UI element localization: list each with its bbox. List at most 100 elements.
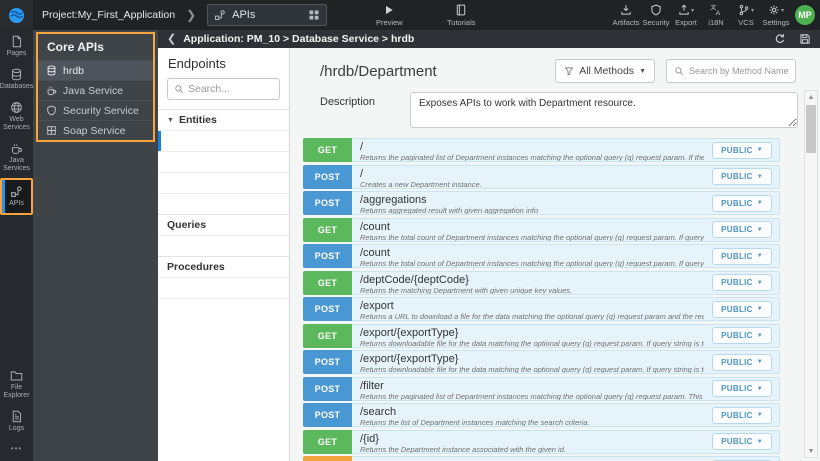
save-icon[interactable] <box>799 33 811 45</box>
api-method-row[interactable]: POST /count Returns the total count of D… <box>303 244 780 268</box>
endpoint-item-employee[interactable] <box>158 151 289 172</box>
api-method-row[interactable]: POST /filter Returns the paginated list … <box>303 376 780 401</box>
sidebar-item-java-services[interactable]: Java Services <box>0 137 33 178</box>
http-method-badge: POST <box>303 244 352 268</box>
module-selector-dropdown[interactable]: APIs <box>207 4 328 26</box>
web-services-globe-icon <box>10 101 23 114</box>
api-method-row[interactable]: GET /export/{exportType} Returns downloa… <box>303 323 780 348</box>
access-level-dropdown[interactable]: PUBLIC ▼ <box>712 300 772 318</box>
endpoint-item-user[interactable] <box>158 172 289 193</box>
java-services-coffee-icon <box>10 142 23 155</box>
more-options-ellipsis-icon[interactable]: ••• <box>0 438 33 461</box>
api-method-row[interactable]: POST /export Returns a URL to download a… <box>303 297 780 321</box>
i18n-button[interactable]: 文A i18N <box>701 4 731 27</box>
export-button[interactable]: ▾ Export <box>671 4 701 27</box>
refresh-icon[interactable] <box>774 33 786 45</box>
user-avatar[interactable]: MP <box>795 5 815 25</box>
methods-filter-dropdown[interactable]: All Methods ▼ <box>555 59 655 83</box>
vcs-button[interactable]: ▾ VCS <box>731 4 761 27</box>
api-description: Returns the list of Department instances… <box>360 418 590 426</box>
endpoints-search-input[interactable] <box>188 83 273 95</box>
scroll-down-arrow[interactable]: ▼ <box>805 445 817 457</box>
endpoints-section-header[interactable]: ▼ Entities <box>158 109 289 130</box>
access-level-dropdown[interactable]: PUBLIC ▼ <box>712 406 772 424</box>
api-method-row[interactable]: GET / Returns the paginated list of Depa… <box>303 138 780 162</box>
sidebar-item-databases[interactable]: Databases <box>0 63 33 96</box>
app-logo[interactable] <box>0 0 33 30</box>
shield-icon <box>46 105 57 116</box>
method-search-box[interactable] <box>666 59 796 83</box>
access-level-dropdown[interactable]: PUBLIC ▼ <box>712 433 772 450</box>
artifacts-button[interactable]: Artifacts <box>611 4 641 27</box>
endpoint-item-queryexecution[interactable] <box>158 235 289 256</box>
access-level-dropdown[interactable]: PUBLIC ▼ <box>712 141 772 159</box>
endpoint-item-vacation[interactable] <box>158 193 289 214</box>
core-api-item-label: Security Service <box>63 104 139 117</box>
api-method-row[interactable]: POST /export/{exportType} Returns downlo… <box>303 350 780 374</box>
project-name: Project:My_First_Application <box>42 9 176 21</box>
api-description: Returns the Department instance associat… <box>360 444 566 453</box>
api-path: /filter <box>360 379 384 392</box>
core-api-item-security-service[interactable]: Security Service <box>38 100 153 120</box>
endpoint-item-department[interactable] <box>158 130 289 151</box>
http-method-badge: GET <box>303 270 352 295</box>
endpoints-section-header[interactable]: Procedures <box>158 256 289 277</box>
access-level-dropdown[interactable]: PUBLIC ▼ <box>712 327 772 344</box>
chevron-down-icon: ▼ <box>756 200 763 206</box>
file-explorer-folder-icon <box>10 369 23 382</box>
api-method-row[interactable]: PUT PUBLIC ▼ <box>303 456 780 461</box>
api-path: /count <box>360 247 390 259</box>
api-method-row[interactable]: GET /count Returns the total count of De… <box>303 217 780 242</box>
access-level-dropdown[interactable]: PUBLIC ▼ <box>712 194 772 212</box>
methods-filter-label: All Methods <box>579 65 635 77</box>
endpoints-search-box[interactable] <box>167 78 280 100</box>
sidebar-item-file-explorer[interactable]: File Explorer <box>0 364 33 405</box>
core-api-item-java-service[interactable]: Java Service <box>38 80 153 100</box>
core-api-item-soap-service[interactable]: Soap Service <box>38 120 153 140</box>
api-path: / <box>360 141 364 153</box>
api-detail-panel: /hrdb/Department All Methods ▼ Descripti… <box>290 48 820 461</box>
access-level-dropdown[interactable]: PUBLIC ▼ <box>712 353 772 371</box>
api-method-row[interactable]: POST /aggregations Returns aggregated re… <box>303 191 780 215</box>
chevron-down-icon: ▼ <box>756 279 763 286</box>
description-label: Description <box>320 96 376 108</box>
api-method-row[interactable]: POST / Creates a new Department instance… <box>303 164 780 189</box>
search-icon <box>674 66 684 76</box>
settings-button[interactable]: ▾ Settings <box>761 4 791 27</box>
method-search-input[interactable] <box>689 66 788 76</box>
api-method-row[interactable]: POST /search Returns the list of Departm… <box>303 403 780 427</box>
access-level-dropdown[interactable]: PUBLIC ▼ <box>712 380 772 397</box>
wavemaker-logo-icon <box>7 6 26 25</box>
endpoints-section-queries: Queries <box>158 214 289 256</box>
api-description: Returns a URL to download a file for the… <box>360 312 704 320</box>
access-level-dropdown[interactable]: PUBLIC ▼ <box>712 168 772 185</box>
access-level-dropdown[interactable]: PUBLIC ▼ <box>712 274 772 291</box>
coffee-icon <box>46 85 57 96</box>
chevron-down-icon: ▼ <box>756 173 763 180</box>
description-input[interactable]: Exposes APIs to work with Department res… <box>410 92 798 128</box>
sidebar-item-pages[interactable]: Pages <box>0 30 33 63</box>
scroll-up-arrow[interactable]: ▲ <box>805 91 817 103</box>
chevron-down-icon: ▾ <box>690 7 694 14</box>
core-api-item-hrdb[interactable]: hrdb <box>38 60 153 80</box>
endpoint-item-procedureexecution[interactable] <box>158 277 289 298</box>
sidebar-item-web-services[interactable]: Web Services <box>0 96 33 137</box>
endpoints-section-header[interactable]: Queries <box>158 214 289 235</box>
breadcrumb: Application: PM_10 > Database Service > … <box>183 33 415 45</box>
vertical-scrollbar[interactable]: ▲ ▼ <box>804 90 818 458</box>
api-method-row[interactable]: GET /deptCode/{deptCode} Returns the mat… <box>303 270 780 295</box>
api-method-row[interactable]: GET /{id} Returns the Department instanc… <box>303 429 780 454</box>
security-button[interactable]: Security <box>641 4 671 27</box>
api-path: /count <box>360 220 390 233</box>
preview-button[interactable]: Preview <box>376 4 403 27</box>
http-method-badge: POST <box>303 376 352 401</box>
tutorials-button[interactable]: Tutorials <box>447 4 475 27</box>
sidebar-item-logs[interactable]: Logs <box>0 405 33 438</box>
access-level-dropdown[interactable]: PUBLIC ▼ <box>712 221 772 238</box>
api-path: /{id} <box>360 432 379 445</box>
sidebar-item-apis[interactable]: APIs <box>0 178 33 215</box>
collapse-chevron-icon[interactable]: ❮ <box>167 33 176 45</box>
api-path: /export/{exportType} <box>360 353 459 365</box>
access-level-dropdown[interactable]: PUBLIC ▼ <box>712 247 772 265</box>
scrollbar-thumb[interactable] <box>806 105 816 153</box>
